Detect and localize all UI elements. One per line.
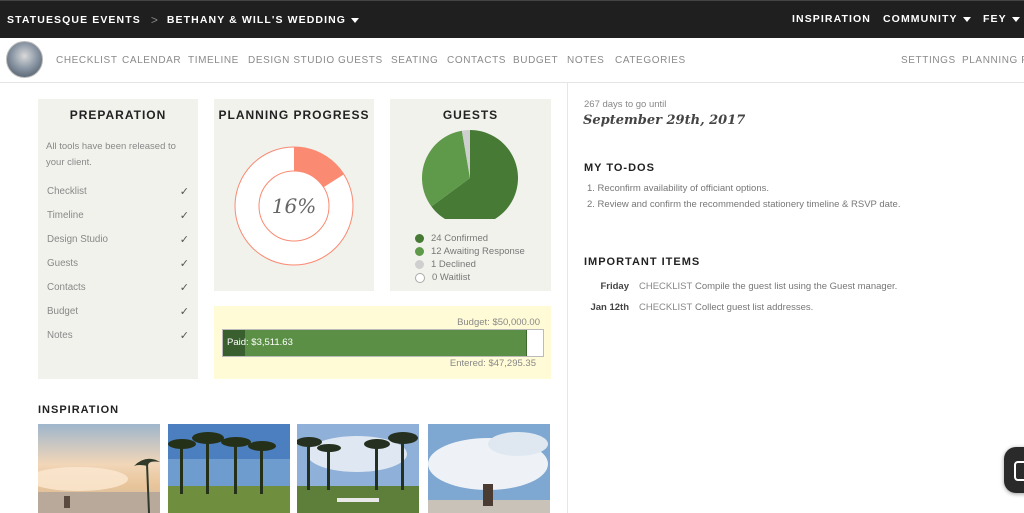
- event-date: September 29th, 2017: [583, 113, 746, 128]
- subnav-design-studio[interactable]: DESIGN STUDIO: [248, 55, 335, 66]
- chat-button[interactable]: [1004, 447, 1024, 493]
- legend-label: 24 Confirmed: [431, 233, 489, 244]
- important-item-row[interactable]: Jan 12th CHECKLIST Collect guest list addr…: [585, 302, 813, 313]
- subnav-checklist[interactable]: CHECKLIST: [56, 55, 118, 66]
- chevron-down-icon: [351, 17, 360, 23]
- important-items-title: IMPORTANT ITEMS: [584, 256, 701, 268]
- todo-item[interactable]: 1. Reconfirm availability of officiant o…: [587, 183, 769, 194]
- nav-user-menu[interactable]: FEY: [983, 13, 1020, 25]
- subnav-planning-partners[interactable]: PLANNING PA: [962, 55, 1024, 66]
- legend-dot: [415, 234, 424, 243]
- prep-item-label: Notes: [47, 330, 73, 341]
- prep-item-label: Checklist: [47, 186, 87, 197]
- legend-dot: [415, 272, 425, 283]
- todos-title: MY TO-DOS: [584, 162, 655, 174]
- legend-label: 1 Declined: [431, 259, 476, 270]
- chevron-down-icon: [1011, 16, 1020, 22]
- important-item-day: Friday: [600, 281, 629, 292]
- checkmark-icon: ✓: [179, 210, 189, 222]
- subnav-categories[interactable]: CATEGORIES: [615, 55, 686, 66]
- prep-item-timeline[interactable]: Timeline ✓: [47, 210, 189, 222]
- guests-card[interactable]: GUESTS 24 Confirmed 12 Awaiting Response…: [390, 99, 551, 291]
- budget-card[interactable]: Budget: $50,000.00 Paid: $3,511.63 Enter…: [214, 306, 551, 379]
- legend-dot: [415, 247, 424, 256]
- couple-clouds-photo: [428, 424, 550, 513]
- preparation-description: All tools have been released to your cli…: [46, 141, 176, 168]
- prep-item-label: Timeline: [47, 210, 84, 221]
- prep-item-checklist[interactable]: Checklist ✓: [47, 186, 189, 198]
- checkmark-icon: ✓: [179, 234, 189, 246]
- inspiration-photo-palm-aisle[interactable]: [297, 424, 419, 513]
- budget-bar: Paid: $3,511.63: [222, 329, 544, 357]
- subnav-settings[interactable]: SETTINGS: [901, 55, 956, 66]
- subnav-timeline[interactable]: TIMELINE: [188, 55, 239, 66]
- important-item-type: CHECKLIST: [639, 281, 693, 292]
- inspiration-photo-palm-trees[interactable]: [168, 424, 290, 513]
- prep-item-design-studio[interactable]: Design Studio ✓: [47, 234, 189, 246]
- avatar[interactable]: [6, 41, 43, 78]
- subnav-notes[interactable]: NOTES: [567, 55, 604, 66]
- subnav-budget[interactable]: BUDGET: [513, 55, 558, 66]
- inspiration-photo-beach-sunset[interactable]: [38, 424, 160, 513]
- progress-percent: 16%: [271, 194, 317, 218]
- checkmark-icon: ✓: [179, 282, 189, 294]
- legend-confirmed: 24 Confirmed: [415, 233, 488, 244]
- budget-paid-label: Paid: $3,511.63: [227, 337, 293, 348]
- prep-item-label: Budget: [47, 306, 79, 317]
- prep-item-label: Guests: [47, 258, 79, 269]
- important-item-type: CHECKLIST: [639, 302, 693, 313]
- nav-community[interactable]: COMMUNITY: [883, 13, 971, 25]
- brand-link[interactable]: STATUESQUE EVENTS: [7, 14, 141, 26]
- column-divider: [567, 82, 568, 513]
- nav-user-label: FEY: [983, 13, 1007, 25]
- chat-icon: [1014, 461, 1024, 481]
- legend-declined: 1 Declined: [415, 259, 476, 270]
- preparation-card: PREPARATION All tools have been released…: [38, 99, 198, 379]
- nav-community-label: COMMUNITY: [883, 13, 958, 25]
- nav-inspiration[interactable]: INSPIRATION: [792, 13, 871, 25]
- inspiration-photo-couple[interactable]: [428, 424, 550, 513]
- subnav-seating[interactable]: SEATING: [391, 55, 438, 66]
- prep-item-notes[interactable]: Notes ✓: [47, 330, 189, 342]
- planning-progress-card[interactable]: PLANNING PROGRESS 16%: [214, 99, 374, 291]
- checkmark-icon: ✓: [179, 330, 189, 342]
- chevron-down-icon: [962, 16, 971, 22]
- palm-trees-aisle-photo: [297, 424, 419, 513]
- prep-item-label: Design Studio: [47, 234, 108, 245]
- planning-tools-nav: CHECKLIST CALENDAR TIMELINE DESIGN STUDI…: [0, 38, 1024, 83]
- event-selector[interactable]: BETHANY & WILL'S WEDDING: [166, 14, 360, 26]
- important-item-row[interactable]: Friday CHECKLIST Compile the guest list us…: [585, 281, 897, 292]
- prep-item-budget[interactable]: Budget ✓: [47, 306, 189, 318]
- prep-item-guests[interactable]: Guests ✓: [47, 258, 189, 270]
- subnav-calendar[interactable]: CALENDAR: [122, 55, 181, 66]
- beach-sunset-photo: [38, 424, 160, 513]
- legend-awaiting: 12 Awaiting Response: [415, 246, 525, 257]
- important-item-text: Compile the guest list using the Guest m…: [695, 281, 898, 292]
- legend-label: 12 Awaiting Response: [431, 246, 525, 257]
- prep-item-label: Contacts: [47, 282, 86, 293]
- checkmark-icon: ✓: [179, 258, 189, 270]
- important-item-day: Jan 12th: [590, 302, 629, 313]
- budget-total: Budget: $50,000.00: [457, 317, 540, 328]
- preparation-title: PREPARATION: [69, 108, 167, 122]
- legend-label: 0 Waitlist: [432, 272, 471, 283]
- budget-entered: Entered: $47,295.35: [449, 358, 536, 369]
- important-item-text: Collect guest list addresses.: [695, 302, 814, 313]
- checkmark-icon: ✓: [179, 186, 189, 198]
- palm-trees-photo: [168, 424, 290, 513]
- breadcrumb-separator: >: [150, 13, 158, 27]
- checkmark-icon: ✓: [179, 306, 189, 318]
- subnav-guests[interactable]: GUESTS: [338, 55, 383, 66]
- event-selector-label: BETHANY & WILL'S WEDDING: [166, 14, 347, 26]
- legend-waitlist: 0 Waitlist: [415, 272, 470, 283]
- todo-item[interactable]: 2. Review and confirm the recommended st…: [587, 199, 900, 210]
- inspiration-title: INSPIRATION: [38, 404, 120, 416]
- guests-pie-chart: [422, 130, 518, 219]
- legend-dot: [415, 260, 424, 269]
- subnav-contacts[interactable]: CONTACTS: [447, 55, 506, 66]
- top-navigation-bar: STATUESQUE EVENTS > BETHANY & WILL'S WED…: [0, 0, 1024, 38]
- prep-item-contacts[interactable]: Contacts ✓: [47, 282, 189, 294]
- countdown-days: 267 days to go until: [584, 99, 667, 110]
